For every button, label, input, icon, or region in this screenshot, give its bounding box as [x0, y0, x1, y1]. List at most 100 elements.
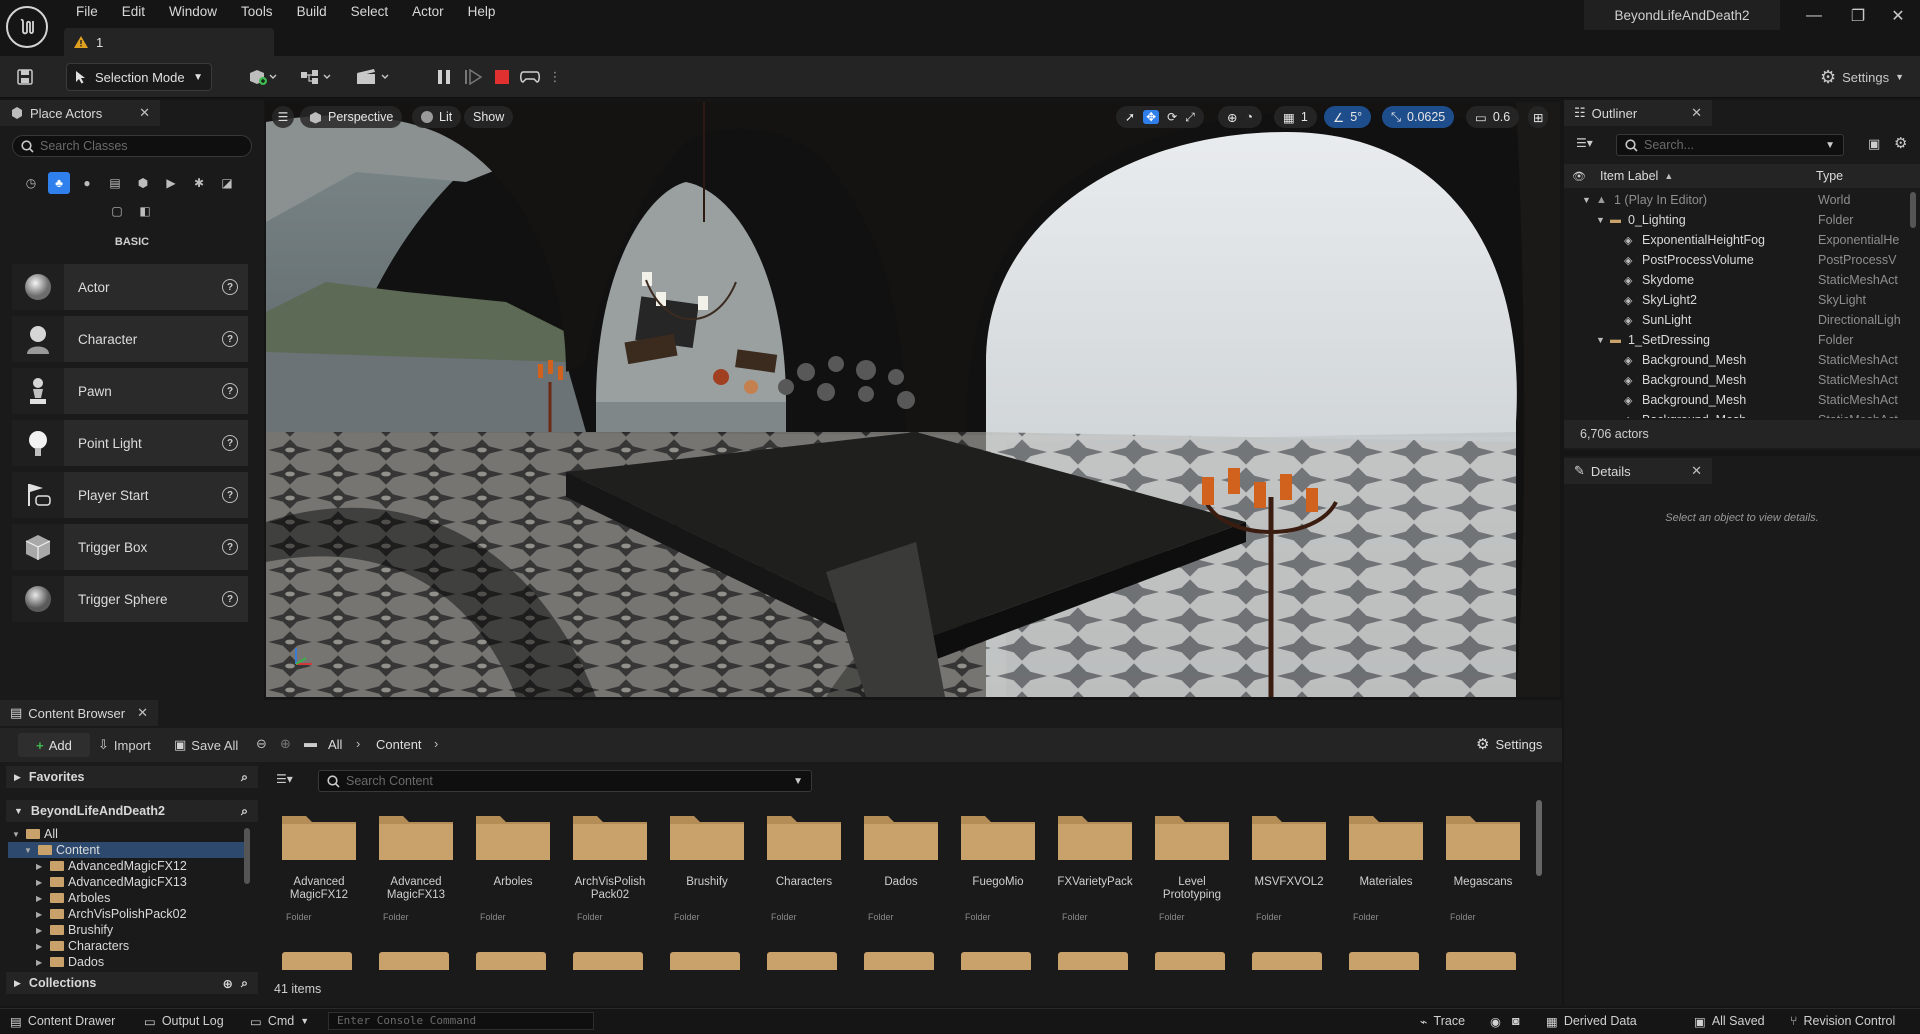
restore-button[interactable]: ❐: [1836, 0, 1880, 32]
shapes-icon[interactable]: ▢: [106, 200, 128, 222]
help-icon[interactable]: ?: [222, 435, 238, 451]
save-icon[interactable]: [12, 62, 38, 92]
help-icon[interactable]: ?: [222, 383, 238, 399]
outliner-row[interactable]: ◈ Skydome StaticMeshAct: [1564, 270, 1910, 290]
cinematic-icon[interactable]: ▤: [104, 172, 126, 194]
eject-icon[interactable]: [518, 62, 542, 92]
filter-icon[interactable]: ☰▾: [276, 772, 293, 786]
help-icon[interactable]: ?: [222, 591, 238, 607]
outliner-row[interactable]: ◈ Background_Mesh StaticMeshAct: [1564, 390, 1910, 410]
folder-icon[interactable]: [767, 952, 837, 970]
help-icon[interactable]: ?: [222, 487, 238, 503]
blueprint-icon[interactable]: [298, 62, 336, 92]
search-icon[interactable]: ⌕: [241, 976, 248, 991]
breadcrumb-chevron-icon[interactable]: ›: [434, 736, 438, 751]
forward-icon[interactable]: ⊕: [280, 736, 291, 752]
folder-tree-item[interactable]: ▶ Characters: [8, 938, 244, 954]
project-section[interactable]: ▼ BeyondLifeAndDeath2 ⌕: [6, 800, 258, 822]
actor-item-player-start[interactable]: Player Start ?: [12, 472, 248, 518]
rotation-snap-button[interactable]: ∠ 5°: [1324, 106, 1372, 128]
select-tool-icon[interactable]: ➚: [1125, 110, 1135, 124]
outliner-row[interactable]: ◈ ExponentialHeightFog ExponentialHe: [1564, 230, 1910, 250]
outliner-row[interactable]: ▼ ▬ 0_Lighting Folder: [1564, 210, 1910, 230]
geometry-icon[interactable]: ▶: [160, 172, 182, 194]
search-icon[interactable]: ⌕: [241, 770, 248, 785]
add-button[interactable]: + Add: [18, 733, 90, 757]
move-tool-icon[interactable]: ✥: [1143, 110, 1160, 124]
volumes-icon[interactable]: ✱: [188, 172, 210, 194]
import-button[interactable]: ⇩ Import: [98, 733, 151, 757]
expand-arrow-icon[interactable]: ▶: [36, 958, 48, 967]
menu-file[interactable]: File: [64, 0, 110, 24]
folder-icon[interactable]: [1058, 952, 1128, 970]
stop-icon[interactable]: [490, 62, 514, 92]
expand-arrow-icon[interactable]: ▶: [36, 942, 48, 951]
grid-scrollbar[interactable]: [1536, 800, 1542, 876]
menu-build[interactable]: Build: [285, 0, 339, 24]
folder-tile[interactable]: Megascans Folder: [1440, 808, 1526, 922]
search-icon[interactable]: ⌕: [241, 804, 248, 819]
filter-icon[interactable]: ☰▾: [1576, 136, 1593, 150]
expand-arrow-icon[interactable]: ▶: [36, 894, 48, 903]
search-content-input[interactable]: Search Content ▼: [318, 770, 812, 792]
output-log-button[interactable]: ▭ Output Log: [144, 1011, 224, 1031]
recent-icon[interactable]: ◷: [20, 172, 42, 194]
expand-arrow-icon[interactable]: ▶: [36, 910, 48, 919]
close-icon[interactable]: ✕: [139, 105, 150, 121]
pause-icon[interactable]: [432, 62, 456, 92]
folder-tile[interactable]: ArchVisPolish Pack02 Folder: [567, 808, 653, 922]
outliner-row[interactable]: ◈ Background_Mesh StaticMeshAct: [1564, 350, 1910, 370]
world-icon[interactable]: ⊕: [1227, 110, 1237, 125]
folder-tree-item[interactable]: ▼ Content: [8, 842, 244, 858]
cinematics-icon[interactable]: [354, 62, 394, 92]
expand-arrow-icon[interactable]: ▼: [1582, 195, 1591, 205]
screenshot-icon[interactable]: ◙: [1512, 1011, 1520, 1031]
expand-arrow-icon[interactable]: ▼: [12, 830, 24, 839]
menu-select[interactable]: Select: [339, 0, 401, 24]
folder-icon[interactable]: [961, 952, 1031, 970]
folder-tile[interactable]: MSVFXVOL2 Folder: [1246, 808, 1332, 922]
all-classes-icon[interactable]: ◪: [216, 172, 238, 194]
scale-snap-button[interactable]: ⤡ 0.0625: [1382, 106, 1455, 128]
outliner-tab[interactable]: ☷ Outliner ✕: [1564, 100, 1712, 126]
folder-icon[interactable]: [1252, 952, 1322, 970]
trace-button[interactable]: ⌁ Trace: [1420, 1011, 1465, 1031]
tree-scrollbar[interactable]: [244, 828, 250, 884]
folder-tile[interactable]: Dados Folder: [858, 808, 944, 922]
menu-edit[interactable]: Edit: [110, 0, 157, 24]
actor-item-character[interactable]: Character ?: [12, 316, 248, 362]
folder-icon[interactable]: [379, 952, 449, 970]
actor-item-trigger-sphere[interactable]: Trigger Sphere ?: [12, 576, 248, 622]
outliner-row[interactable]: ◈ SkyLight2 SkyLight: [1564, 290, 1910, 310]
unreal-logo-icon[interactable]: [6, 6, 48, 48]
help-icon[interactable]: ?: [222, 539, 238, 555]
breadcrumb-all[interactable]: All: [328, 737, 342, 752]
gear-icon[interactable]: ⚙: [1894, 134, 1907, 152]
folder-tree-item[interactable]: ▶ Dados: [8, 954, 244, 968]
all-saved-button[interactable]: ▣ All Saved: [1694, 1011, 1765, 1031]
expand-arrow-icon[interactable]: ▶: [36, 878, 48, 887]
outliner-scrollbar[interactable]: [1910, 192, 1916, 228]
add-collection-icon[interactable]: ⊕: [223, 976, 233, 991]
help-icon[interactable]: ?: [222, 331, 238, 347]
close-icon[interactable]: ✕: [1691, 463, 1702, 479]
folder-tile[interactable]: Advanced MagicFX12 Folder: [276, 808, 362, 922]
folder-tile[interactable]: Advanced MagicFX13 Folder: [373, 808, 459, 922]
folder-icon[interactable]: [864, 952, 934, 970]
derived-data-button[interactable]: ▦ Derived Data: [1546, 1011, 1637, 1031]
actor-item-pawn[interactable]: Pawn ?: [12, 368, 248, 414]
actor-item-trigger-box[interactable]: Trigger Box ?: [12, 524, 248, 570]
minimize-button[interactable]: —: [1792, 0, 1836, 32]
console-input[interactable]: Enter Console Command: [328, 1012, 594, 1030]
folder-tile[interactable]: FXVarietyPack Folder: [1052, 808, 1138, 922]
folder-icon[interactable]: [1349, 952, 1419, 970]
folder-tree-item[interactable]: ▼ All: [8, 826, 244, 842]
menu-window[interactable]: Window: [157, 0, 229, 24]
actor-item-point-light[interactable]: Point Light ?: [12, 420, 248, 466]
settings-button[interactable]: ⚙ Settings ▼: [1808, 62, 1916, 92]
lights-icon[interactable]: ●: [76, 172, 98, 194]
folder-tile[interactable]: Characters Folder: [761, 808, 847, 922]
help-icon[interactable]: ?: [222, 279, 238, 295]
folder-tile[interactable]: FuegoMio Folder: [955, 808, 1041, 922]
content-settings-button[interactable]: ⚙ Settings: [1476, 735, 1542, 753]
